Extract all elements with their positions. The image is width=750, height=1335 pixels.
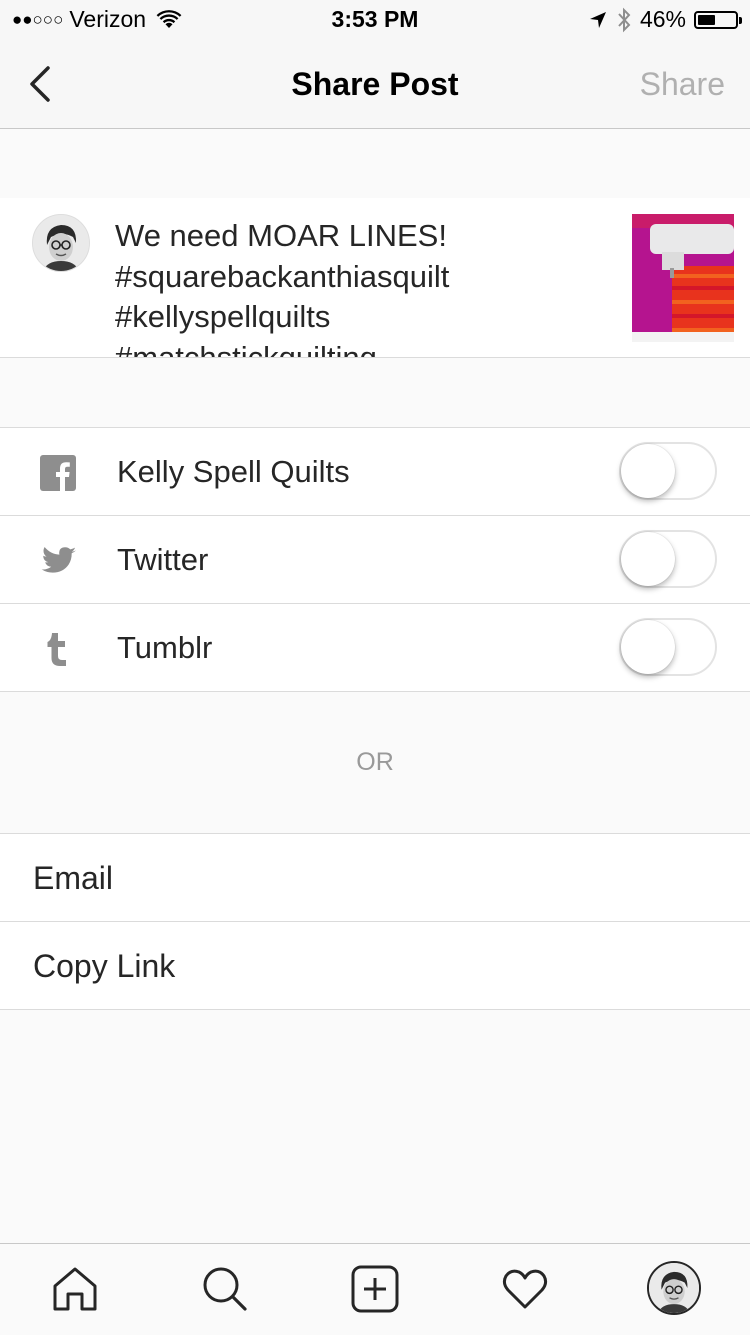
- tab-bar: [0, 1243, 750, 1335]
- tumblr-icon: [47, 633, 66, 666]
- or-divider-label: OR: [356, 748, 394, 776]
- share-target-label: Kelly Spell Quilts: [117, 454, 350, 489]
- toggle-knob: [621, 532, 675, 586]
- facebook-icon: [40, 455, 76, 491]
- email-option[interactable]: Email: [0, 834, 750, 922]
- share-button[interactable]: Share: [640, 66, 725, 103]
- toggle-knob: [621, 620, 675, 674]
- add-post-icon[interactable]: [350, 1264, 400, 1314]
- bluetooth-icon: [618, 7, 631, 32]
- share-target-label: Tumblr: [117, 630, 213, 665]
- post-preview: We need MOAR LINES! #squarebackanthiasqu…: [0, 198, 750, 358]
- page-title: Share Post: [291, 66, 459, 102]
- location-arrow-icon: [589, 11, 606, 28]
- share-actions-list: Email Copy Link: [0, 833, 750, 1010]
- email-label: Email: [33, 860, 114, 896]
- post-caption[interactable]: We need MOAR LINES! #squarebackanthiasqu…: [115, 216, 595, 357]
- twitter-share-toggle[interactable]: [619, 530, 717, 588]
- copy-link-label: Copy Link: [33, 948, 176, 984]
- share-target-facebook[interactable]: Kelly Spell Quilts: [0, 428, 750, 516]
- battery-icon: [694, 10, 742, 29]
- facebook-share-toggle[interactable]: [619, 442, 717, 500]
- copy-link-option[interactable]: Copy Link: [0, 922, 750, 1010]
- share-target-label: Twitter: [117, 542, 209, 577]
- status-bar: ●●○○○ Verizon 3:53 PM 46%: [0, 0, 750, 40]
- post-thumbnail: [632, 214, 734, 342]
- share-target-tumblr[interactable]: Tumblr: [0, 604, 750, 692]
- twitter-icon: [41, 547, 76, 573]
- home-icon[interactable]: [50, 1264, 100, 1314]
- toggle-knob: [621, 444, 675, 498]
- navigation-bar: Share Post Share: [0, 40, 750, 129]
- battery-level: [698, 14, 715, 25]
- tumblr-share-toggle[interactable]: [619, 618, 717, 676]
- search-icon[interactable]: [200, 1264, 250, 1314]
- battery-percent: 46%: [639, 6, 686, 32]
- share-target-twitter[interactable]: Twitter: [0, 516, 750, 604]
- avatar: [32, 214, 90, 272]
- heart-icon[interactable]: [500, 1264, 550, 1314]
- share-targets-list: Kelly Spell Quilts Twitter Tumblr: [0, 427, 750, 692]
- profile-avatar[interactable]: [647, 1261, 701, 1315]
